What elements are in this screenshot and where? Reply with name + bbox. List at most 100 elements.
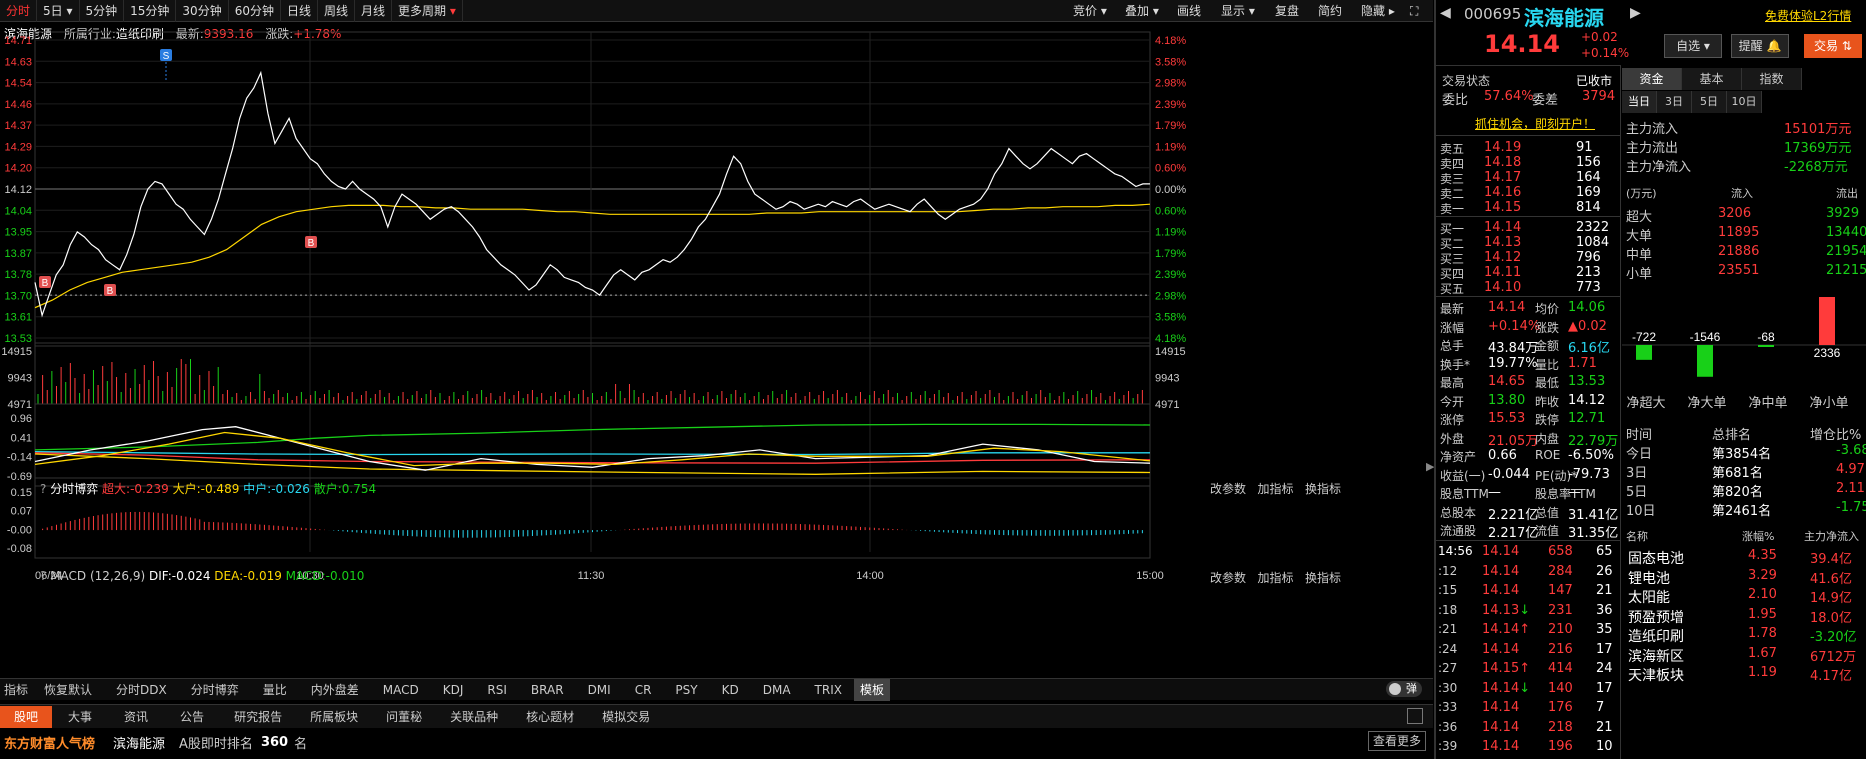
tab-research[interactable]: 研究报告: [220, 706, 296, 728]
watchlist-button[interactable]: 自选 ▾: [1664, 34, 1722, 58]
indicator-tab[interactable]: RSI: [475, 679, 519, 701]
fullscreen-icon[interactable]: ⛶: [1410, 0, 1418, 22]
period-5min[interactable]: 5分钟: [80, 0, 125, 22]
rank-head: 时间: [1626, 428, 1653, 443]
indicator-tab[interactable]: BRAR: [519, 679, 576, 701]
indicator-tab[interactable]: 量比: [251, 679, 299, 701]
sector-flow: 4.17亿: [1810, 669, 1852, 684]
rank-ratio: -1.75: [1836, 500, 1866, 515]
period-day[interactable]: 日线: [281, 0, 318, 22]
indicator-tab[interactable]: 指标: [0, 679, 32, 701]
switch-indicator-link[interactable]: 换指标: [1305, 571, 1341, 585]
net-bar-value: 2336: [1814, 346, 1841, 360]
period-3d[interactable]: 3日: [1657, 91, 1692, 113]
tab-ask-secretary[interactable]: 问董秘: [372, 706, 436, 728]
indicator-tab[interactable]: 内外盘差: [299, 679, 371, 701]
period-10d[interactable]: 10日: [1727, 91, 1762, 113]
period-fenshi[interactable]: 分时: [0, 0, 38, 22]
tab-basic[interactable]: 基本: [1682, 68, 1742, 90]
stat-value: 31.35亿: [1568, 526, 1619, 541]
indicator-tab[interactable]: KDJ: [431, 679, 476, 701]
y-right-tick: 1.19%: [1155, 141, 1186, 153]
legend-retail: 散户:0.754: [313, 482, 377, 496]
indicator-tab[interactable]: PSY: [663, 679, 709, 701]
prev-stock-icon[interactable]: ◀: [1440, 5, 1451, 21]
add-indicator-link[interactable]: 加指标: [1257, 571, 1293, 585]
view-more-button[interactable]: 查看更多: [1368, 731, 1427, 751]
template-tab[interactable]: 模板: [853, 678, 890, 701]
popularity-stock[interactable]: 滨海能源: [113, 733, 165, 752]
minimize-panel-icon[interactable]: [1407, 708, 1423, 724]
help-icon[interactable]: ?: [40, 482, 46, 496]
toggle-switch[interactable]: 弹: [1386, 681, 1422, 697]
period-today[interactable]: 当日: [1622, 91, 1657, 113]
tab-themes[interactable]: 核心题材: [512, 706, 588, 728]
period-5day[interactable]: 5日 ▾: [37, 0, 80, 22]
indicator-tab[interactable]: DMA: [751, 679, 803, 701]
help-icon[interactable]: ?: [40, 569, 46, 583]
tab-simulate[interactable]: 模拟交易: [588, 706, 664, 728]
add-indicator-link[interactable]: 加指标: [1257, 482, 1293, 496]
period-week[interactable]: 周线: [318, 0, 356, 22]
macd-title[interactable]: MACD (12,26,9): [50, 569, 145, 583]
period-month[interactable]: 月线: [355, 0, 393, 22]
tab-related[interactable]: 关联品种: [436, 706, 512, 728]
period-more[interactable]: 更多周期 ▾: [392, 0, 463, 22]
remind-button[interactable]: 提醒 🔔: [1731, 34, 1789, 58]
tool-simple[interactable]: 简约: [1318, 0, 1342, 22]
switch-indicator-link[interactable]: 换指标: [1305, 482, 1341, 496]
tab-sectors[interactable]: 所属板块: [296, 706, 372, 728]
tab-index[interactable]: 指数: [1742, 68, 1802, 90]
rank-ratio: -3.68: [1836, 443, 1866, 458]
indicator-tab[interactable]: TRIX: [803, 679, 854, 701]
edit-params-link[interactable]: 改参数: [1210, 571, 1246, 585]
popularity-label: A股即时排名: [179, 736, 253, 752]
tick-count: 26: [1596, 563, 1613, 579]
tool-hide[interactable]: 隐藏 ▸: [1361, 0, 1395, 22]
next-stock-icon[interactable]: ▶: [1630, 5, 1641, 21]
tool-replay[interactable]: 复盘: [1275, 0, 1299, 22]
tab-funds[interactable]: 资金: [1622, 68, 1682, 90]
tool-auction[interactable]: 竞价 ▾: [1073, 0, 1107, 22]
tab-guba[interactable]: 股吧: [0, 705, 53, 728]
tab-news[interactable]: 资讯: [108, 706, 164, 728]
edit-params-link[interactable]: 改参数: [1210, 482, 1246, 496]
tab-announcements[interactable]: 公告: [164, 706, 220, 728]
period-5d[interactable]: 5日: [1692, 91, 1727, 113]
indicator-tab[interactable]: 分时DDX: [104, 679, 179, 701]
tick-time: :15: [1438, 583, 1458, 597]
y-right-tick: 3.58%: [1155, 312, 1186, 324]
tick-time: :39: [1438, 739, 1458, 753]
tick-volume: 231: [1548, 602, 1573, 618]
tick-price: 14.14↓: [1482, 680, 1531, 696]
sector-name: 滨海新区: [1628, 648, 1684, 665]
period-60min[interactable]: 60分钟: [229, 0, 281, 22]
net-bar: [1636, 345, 1652, 360]
free-l2-link[interactable]: 免费体验L2行情: [1765, 7, 1851, 24]
indicator-tab[interactable]: CR: [623, 679, 664, 701]
net-flow-chart: -722 净超大 -1546 净大单 -68 净中单 2336 净小单: [1622, 297, 1866, 410]
tool-display[interactable]: 显示 ▾: [1221, 0, 1255, 22]
tab-events[interactable]: 大事: [52, 706, 108, 728]
period-15min[interactable]: 15分钟: [124, 0, 177, 22]
stat-value: 14.12: [1568, 392, 1606, 408]
ask-volume: 156: [1576, 155, 1601, 170]
game-title[interactable]: 分时博弈: [50, 482, 98, 496]
stat-value: 0.66: [1488, 448, 1517, 463]
price-line: [34, 70, 1150, 318]
collapse-handle-icon[interactable]: ▶: [1426, 460, 1434, 480]
indicator-tab[interactable]: 分时博弈: [179, 679, 251, 701]
trade-button[interactable]: 交易 ⇅: [1804, 34, 1862, 58]
period-30min[interactable]: 30分钟: [176, 0, 229, 22]
tool-overlay[interactable]: 叠加 ▾: [1125, 0, 1159, 22]
indicator-tab[interactable]: 恢复默认: [32, 679, 104, 701]
open-account-link[interactable]: 抓住机会，即刻开户！: [1475, 115, 1595, 132]
stat-value: -0.044: [1488, 466, 1530, 482]
indicator-tab[interactable]: MACD: [371, 679, 431, 701]
tool-draw[interactable]: 画线: [1177, 0, 1201, 22]
chevron-down-icon: ▾: [62, 3, 73, 18]
stat-value: 13.53: [1568, 374, 1606, 389]
game-tick: -0.14: [7, 452, 32, 464]
indicator-tab[interactable]: KD: [710, 679, 751, 701]
indicator-tab[interactable]: DMI: [576, 679, 623, 701]
